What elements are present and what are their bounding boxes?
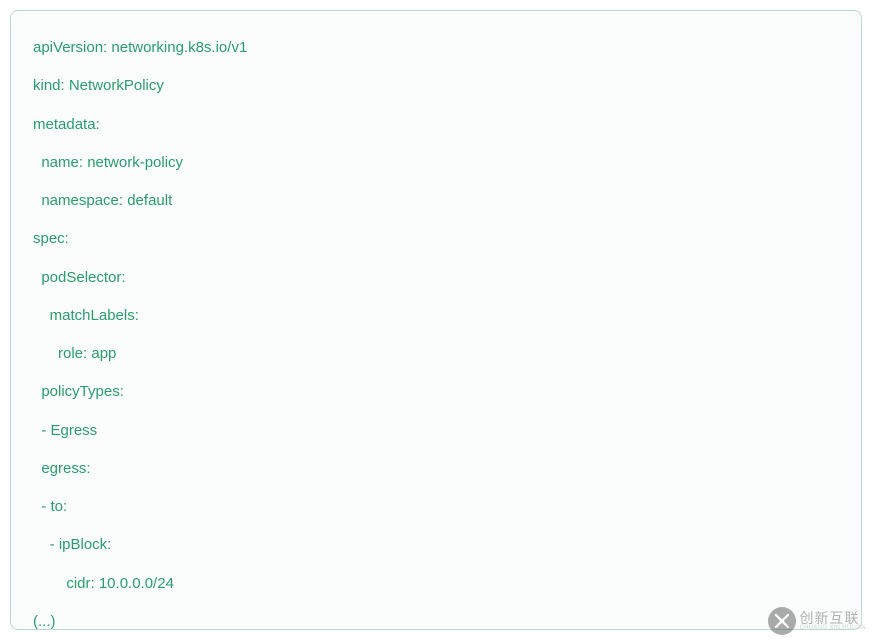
code-line: matchLabels:: [33, 297, 839, 335]
code-line: kind: NetworkPolicy: [33, 67, 839, 105]
code-line: metadata:: [33, 106, 839, 144]
code-line: policyTypes:: [33, 373, 839, 411]
code-line: podSelector:: [33, 259, 839, 297]
watermark-en-text: CHUANG XIN HULIAN: [800, 625, 866, 631]
code-line: - ipBlock:: [33, 526, 839, 564]
code-line: namespace: default: [33, 182, 839, 220]
code-line: egress:: [33, 450, 839, 488]
code-line: (...): [33, 603, 839, 641]
code-line: name: network-policy: [33, 144, 839, 182]
code-block: apiVersion: networking.k8s.io/v1 kind: N…: [10, 10, 862, 630]
code-line: role: app: [33, 335, 839, 373]
watermark: 创新互联 CHUANG XIN HULIAN: [768, 607, 866, 635]
code-line: apiVersion: networking.k8s.io/v1: [33, 29, 839, 67]
code-line: spec:: [33, 220, 839, 258]
watermark-logo-icon: [768, 607, 796, 635]
code-line: - to:: [33, 488, 839, 526]
code-line: cidr: 10.0.0.0/24: [33, 565, 839, 603]
code-line: - Egress: [33, 412, 839, 450]
watermark-cn-text: 创新互联: [800, 611, 866, 625]
watermark-text: 创新互联 CHUANG XIN HULIAN: [800, 611, 866, 631]
